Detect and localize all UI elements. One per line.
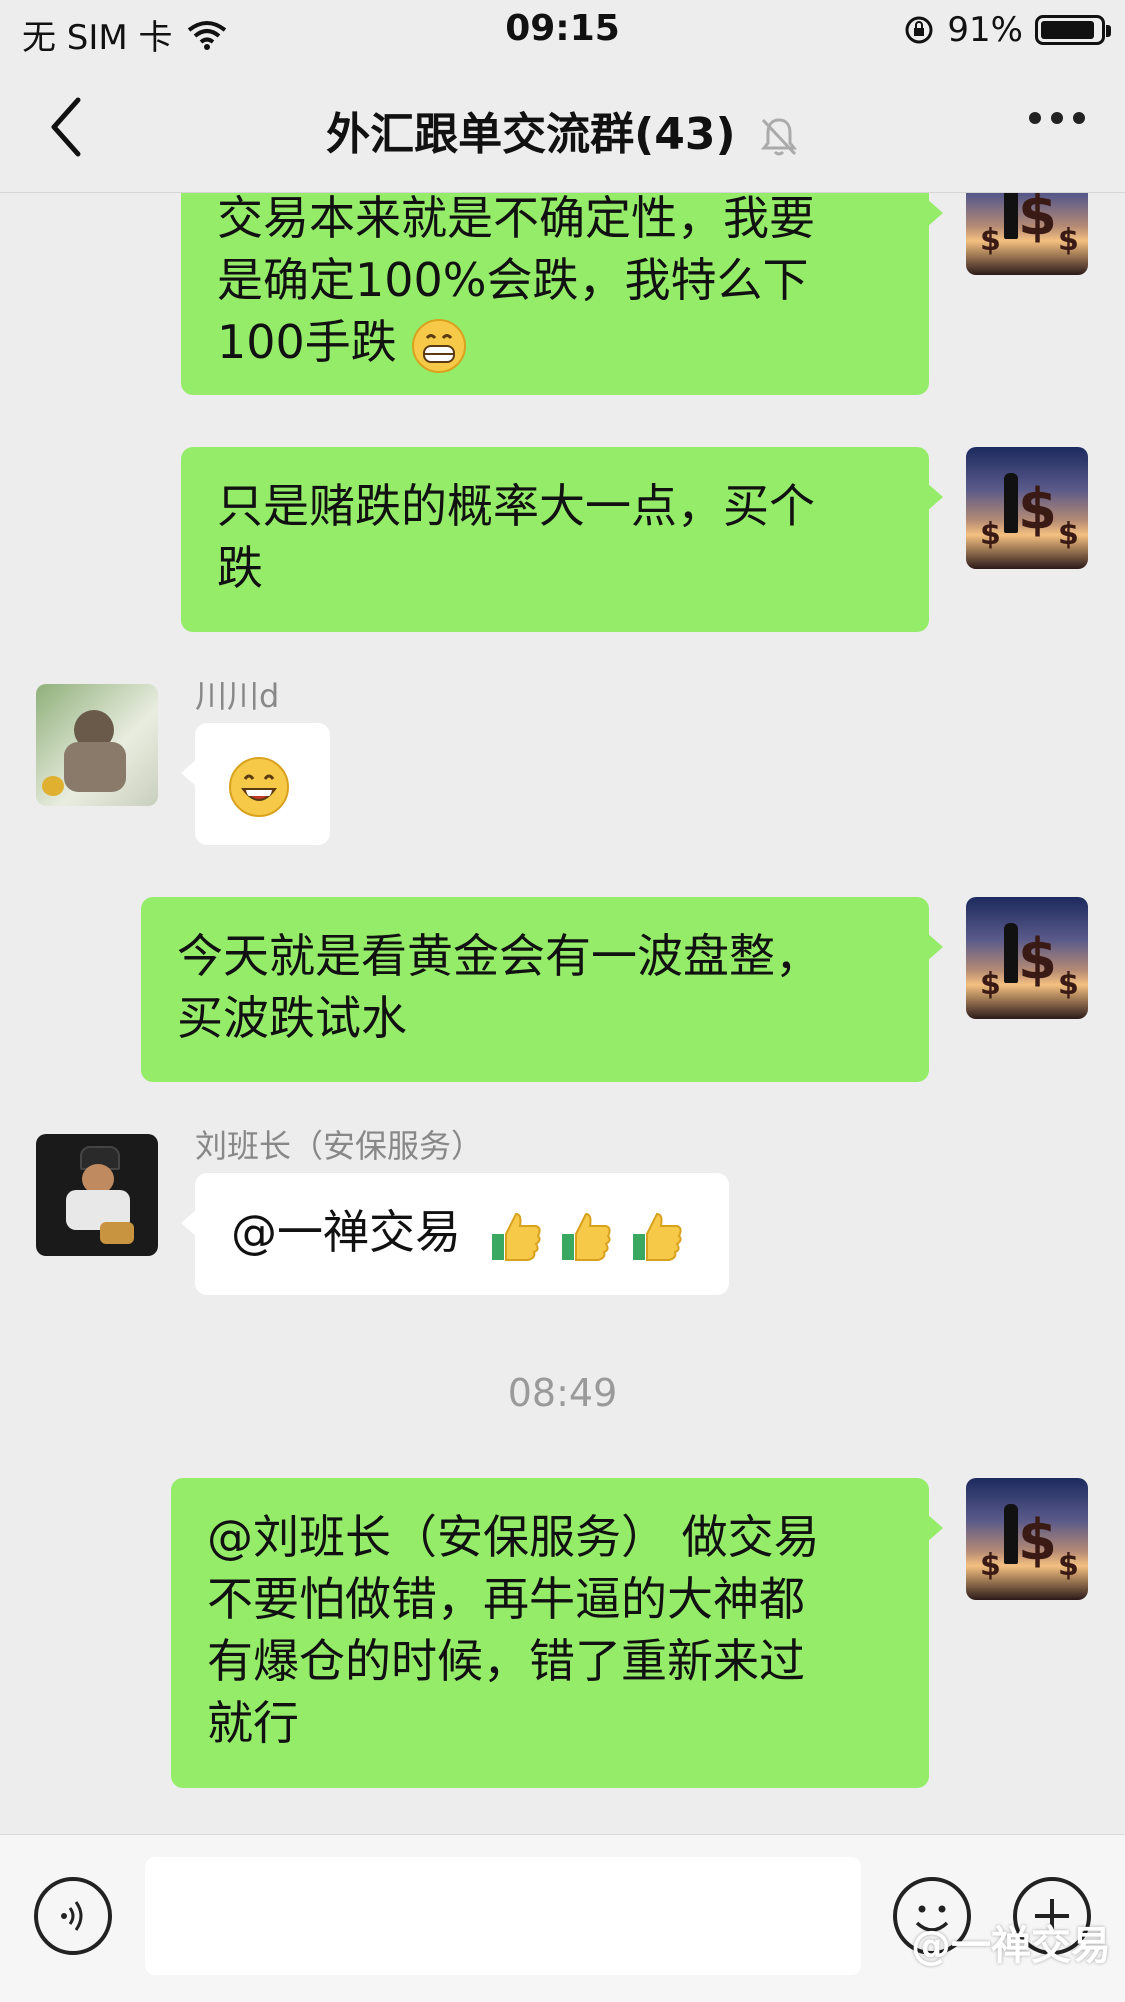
watermark: @一禅交易 xyxy=(911,1923,1111,1969)
avatar-self[interactable]: $ $ $ xyxy=(966,447,1088,569)
orientation-lock-icon xyxy=(905,16,933,44)
message-line: 跌 xyxy=(217,541,263,595)
message-bubble-self[interactable]: 交易本来就是不确定性，我要 是确定100%会跌，我特么下 100手跌 xyxy=(181,193,943,395)
avatar-self[interactable]: $ $ $ xyxy=(966,897,1088,1019)
message-bubble-other[interactable] xyxy=(181,723,330,845)
message-bubble-self[interactable]: 今天就是看黄金会有一波盘整， 买波跌试水 xyxy=(141,897,943,1082)
message-bubble-other[interactable]: @一禅交易 xyxy=(181,1173,729,1295)
message-bubble-self[interactable]: 只是赌跌的概率大一点，买个 跌 xyxy=(181,447,943,632)
thumbs-up-emoji-icon xyxy=(562,1212,611,1261)
chat-header: 外汇跟单交流群(43) xyxy=(0,62,1125,193)
battery-icon xyxy=(1035,15,1111,45)
voice-input-icon[interactable] xyxy=(34,1877,112,1955)
sender-name: 刘班长（安保服务） xyxy=(195,1127,484,1165)
avatar-other[interactable] xyxy=(36,684,158,806)
message-input[interactable] xyxy=(145,1857,861,1975)
message-line: 就行 xyxy=(207,1696,299,1750)
battery-percent: 91% xyxy=(947,10,1023,50)
thumbs-up-emoji-icon xyxy=(632,1212,682,1261)
message-line: 有爆仓的时候，错了重新来过 xyxy=(207,1634,805,1688)
message-line: 是确定100%会跌，我特么下 xyxy=(217,253,809,307)
avatar-self[interactable]: $ $ $ xyxy=(966,1478,1088,1600)
status-right: 91% xyxy=(903,10,1111,50)
avatar-self[interactable]: $ $ $ xyxy=(966,193,1088,275)
avatar-other[interactable] xyxy=(36,1134,158,1256)
message-line: 买波跌试水 xyxy=(177,991,407,1045)
message-line: 100手跌 xyxy=(217,315,397,369)
grin-emoji-icon xyxy=(412,318,467,373)
message-line: 今天就是看黄金会有一波盘整， xyxy=(177,929,821,983)
mention-text: @一禅交易 xyxy=(231,1205,461,1259)
sender-name: 川川d xyxy=(195,677,280,715)
message-line: 不要怕做错，再牛逼的大神都 xyxy=(207,1572,805,1626)
mute-bell-icon xyxy=(760,118,798,156)
chat-title: 外汇跟单交流群(43) xyxy=(326,109,736,160)
smile-emoji-icon xyxy=(229,757,289,817)
message-text-row: 100手跌 xyxy=(217,311,893,374)
message-line: 交易本来就是不确定性，我要 xyxy=(217,193,815,245)
time-divider: 08:49 xyxy=(507,1371,618,1415)
thumbs-up-emoji-group xyxy=(488,1205,685,1261)
more-options-icon[interactable] xyxy=(1029,112,1085,124)
thumbs-up-emoji-icon xyxy=(491,1212,541,1261)
message-line: 只是赌跌的概率大一点，买个 xyxy=(217,479,815,533)
input-bar: @一禅交易 xyxy=(0,1834,1125,2002)
message-list[interactable]: 交易本来就是不确定性，我要 是确定100%会跌，我特么下 100手跌 $ $ $… xyxy=(0,193,1125,1833)
chat-title-row: 外汇跟单交流群(43) xyxy=(0,98,1125,162)
status-bar: 无 SIM 卡 09:15 91% xyxy=(0,0,1125,62)
message-bubble-self[interactable]: @刘班长（安保服务） 做交易 不要怕做错，再牛逼的大神都 有爆仓的时候，错了重新… xyxy=(171,1478,943,1788)
message-line: @刘班长（安保服务） 做交易 xyxy=(207,1510,820,1564)
